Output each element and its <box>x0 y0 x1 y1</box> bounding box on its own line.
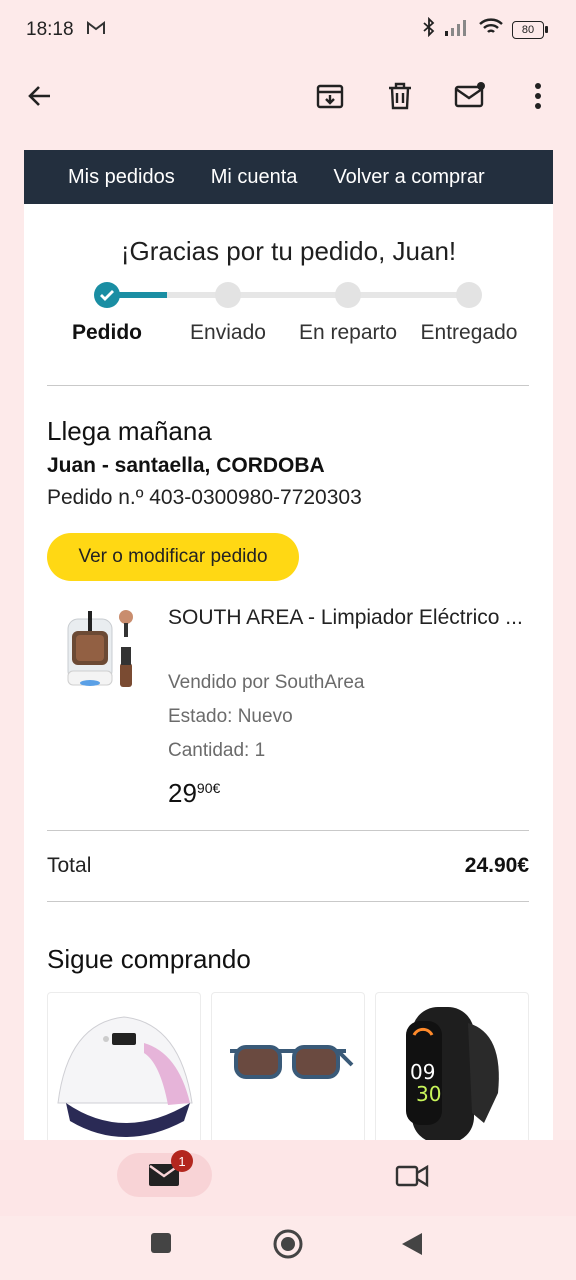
step-label-ordered: Pedido <box>71 321 143 344</box>
email-body: Mis pedidos Mi cuenta Volver a comprar ¡… <box>24 150 553 1140</box>
total-value: 24.90€ <box>464 854 529 877</box>
back-triangle-icon[interactable] <box>401 1232 423 1261</box>
home-circle-icon[interactable] <box>272 1228 304 1265</box>
divider <box>47 385 529 386</box>
mark-unread-icon[interactable] <box>452 78 488 114</box>
store-nav: Mis pedidos Mi cuenta Volver a comprar <box>24 150 553 204</box>
bluetooth-icon <box>422 16 436 42</box>
battery-icon: 80 <box>512 20 548 39</box>
email-toolbar <box>0 60 576 140</box>
thank-you-heading: ¡Gracias por tu pedido, Juan! <box>120 236 457 266</box>
back-arrow-icon[interactable] <box>22 78 58 114</box>
reco-sunglasses[interactable] <box>211 992 365 1140</box>
product-seller: Vendido por SouthArea <box>168 672 365 693</box>
more-options-icon[interactable] <box>520 78 556 114</box>
recents-square-icon[interactable] <box>150 1232 172 1259</box>
arrival-title: Llega mañana <box>47 416 212 446</box>
order-tracker: Pedido Enviado En reparto Entregado <box>24 279 553 369</box>
step-label-out-for-delivery: En reparto <box>298 321 398 344</box>
step-shipped-dot <box>215 282 241 308</box>
reco-smart-band[interactable]: 09 30 <box>375 992 529 1140</box>
divider <box>47 901 529 902</box>
wifi-icon <box>478 17 504 42</box>
product-title[interactable]: SOUTH AREA - Limpiador Eléctrico ... <box>168 602 538 634</box>
nav-my-orders[interactable]: Mis pedidos <box>68 166 175 189</box>
svg-text:09: 09 <box>410 1060 435 1084</box>
bottom-nav: 1 <box>0 1140 576 1216</box>
gmail-notification-icon <box>86 20 106 41</box>
step-label-shipped: Enviado <box>190 321 266 344</box>
total-label: Total <box>47 854 92 877</box>
mail-count-badge: 1 <box>171 1150 193 1172</box>
product-condition: Estado: Nuevo <box>168 706 293 727</box>
step-label-delivered: Entregado <box>420 321 518 344</box>
video-camera-icon[interactable] <box>394 1160 430 1192</box>
system-navigation <box>0 1216 576 1280</box>
step-ordered-check-icon <box>94 282 120 308</box>
order-number: Pedido n.º 403-0300980-7720303 <box>47 486 362 509</box>
status-time: 18:18 <box>26 19 74 40</box>
step-delivered-dot <box>456 282 482 308</box>
trash-icon[interactable] <box>382 78 418 114</box>
divider <box>47 830 529 831</box>
reco-nail-lamp[interactable] <box>47 992 201 1140</box>
view-modify-order-button[interactable]: Ver o modificar pedido <box>47 533 299 581</box>
keep-shopping-title: Sigue comprando <box>47 944 251 974</box>
product-image[interactable] <box>54 605 146 705</box>
product-quantity: Cantidad: 1 <box>168 740 266 761</box>
delivery-address: Juan - santaella, CORDOBA <box>47 454 325 477</box>
archive-icon[interactable] <box>312 78 348 114</box>
status-bar: 18:18 80 <box>0 0 576 60</box>
svg-text:30: 30 <box>416 1082 441 1106</box>
nav-mail-tab[interactable] <box>117 1153 212 1197</box>
signal-icon <box>444 18 470 41</box>
nav-buy-again[interactable]: Volver a comprar <box>333 166 484 189</box>
step-out-for-delivery-dot <box>335 282 361 308</box>
nav-my-account[interactable]: Mi cuenta <box>211 166 298 189</box>
product-price: 2990€ <box>168 778 220 809</box>
price-fraction: 90€ <box>196 780 221 796</box>
price-whole: 29 <box>168 778 197 808</box>
